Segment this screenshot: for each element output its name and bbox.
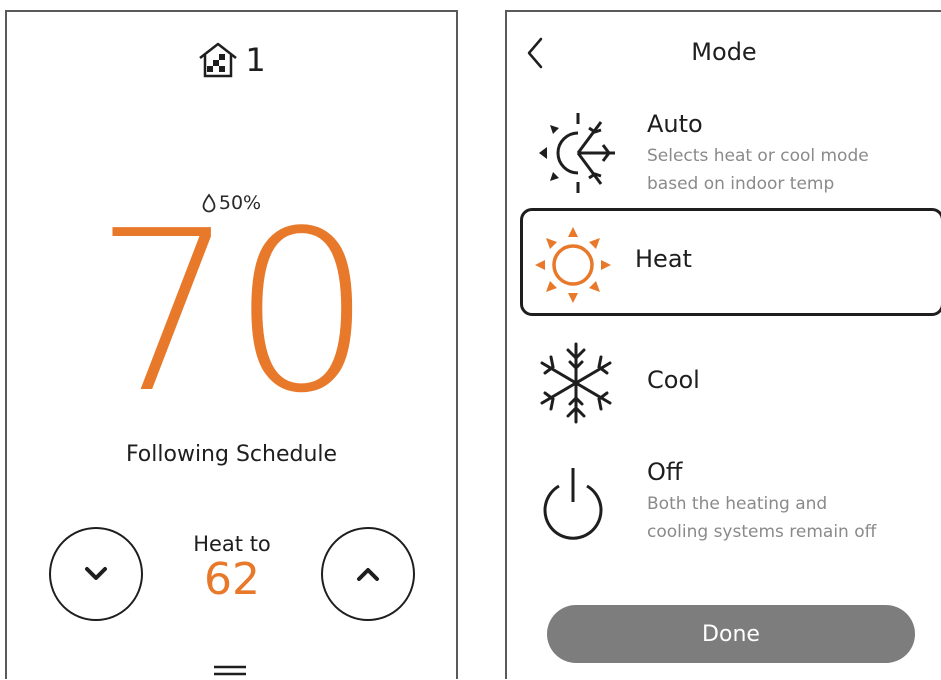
mode-description-auto: Selects heat or cool mode based on indoo… xyxy=(647,146,869,194)
menu-icon[interactable] xyxy=(212,664,248,680)
sun-icon xyxy=(535,227,611,303)
current-temperature: 70 xyxy=(94,184,373,442)
thermostat-home-screen: 1 50% 70 Following Schedule Heat to 62 xyxy=(5,10,458,679)
power-icon xyxy=(543,468,603,540)
decrease-setpoint-button[interactable] xyxy=(49,527,143,621)
chevron-down-icon xyxy=(85,567,107,580)
mode-description-off: Both the heating and cooling systems rem… xyxy=(647,494,877,542)
house-icon xyxy=(199,42,238,78)
schedule-status: Following Schedule xyxy=(125,442,338,467)
page-title: Mode xyxy=(691,38,757,66)
mode-selection-screen: Mode Auto Selects heat or cool mode base… xyxy=(505,10,941,679)
zone-indicator[interactable]: 1 xyxy=(7,40,456,80)
snowflake-icon xyxy=(540,342,612,424)
zone-number: 1 xyxy=(245,41,266,79)
mode-option-auto[interactable]: Auto Selects heat or cool mode based on … xyxy=(519,102,939,212)
auto-sun-snowflake-icon xyxy=(539,113,615,193)
setpoint-value: 62 xyxy=(204,554,260,605)
increase-setpoint-button[interactable] xyxy=(321,527,415,621)
mode-option-cool[interactable]: Cool xyxy=(519,340,939,440)
setpoint-label: Heat to xyxy=(193,532,271,556)
mode-label-off: Off xyxy=(647,458,683,486)
mode-label-heat: Heat xyxy=(635,245,692,273)
mode-option-heat[interactable]: Heat xyxy=(520,208,941,316)
done-button[interactable]: Done xyxy=(547,605,915,663)
mode-option-off[interactable]: Off Both the heating and cooling systems… xyxy=(519,458,939,568)
chevron-up-icon xyxy=(357,568,379,581)
mode-label-auto: Auto xyxy=(647,110,703,138)
mode-label-cool: Cool xyxy=(647,366,700,394)
